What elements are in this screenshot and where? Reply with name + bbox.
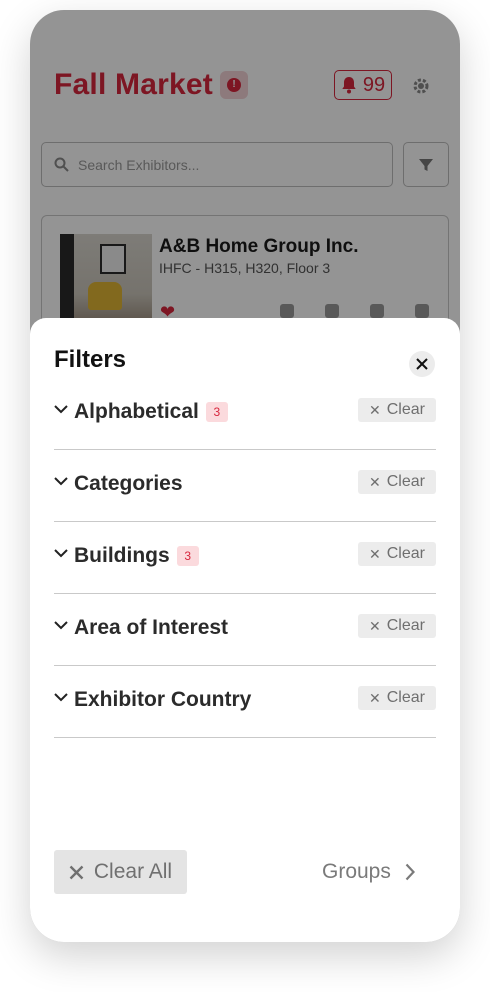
- clear-all-label: Clear All: [93, 860, 173, 883]
- chevron-right-icon: [405, 863, 415, 881]
- phone-frame: Fall Market ! 99 Search Exhibitors... A&…: [30, 10, 460, 942]
- groups-button[interactable]: Groups: [322, 850, 415, 894]
- groups-label: Groups: [322, 860, 391, 883]
- filter-alphabetical[interactable]: Alphabetical 3 ✕ Clear: [54, 378, 436, 450]
- clear-exhibitor-country-button[interactable]: ✕ Clear: [358, 686, 436, 710]
- chevron-down-icon[interactable]: [54, 402, 68, 416]
- close-icon: [416, 358, 428, 370]
- sheet-title: Filters: [54, 346, 127, 373]
- clear-buildings-button[interactable]: ✕ Clear: [358, 542, 436, 566]
- close-button[interactable]: [409, 351, 435, 377]
- clear-alphabetical-button[interactable]: ✕ Clear: [358, 398, 436, 422]
- clear-area-of-interest-button[interactable]: ✕ Clear: [358, 614, 436, 638]
- count-badge: 3: [205, 402, 228, 422]
- filter-label: Exhibitor Country: [74, 688, 252, 711]
- close-icon: ✕: [369, 689, 381, 706]
- chevron-down-icon[interactable]: [54, 546, 68, 560]
- clear-label: Clear: [386, 617, 425, 634]
- close-icon: ✕: [369, 401, 381, 418]
- close-icon: [69, 865, 84, 879]
- chevron-down-icon[interactable]: [54, 618, 68, 632]
- close-icon: ✕: [369, 617, 381, 634]
- clear-label: Clear: [386, 545, 425, 562]
- close-icon: ✕: [369, 545, 381, 562]
- filter-list: Alphabetical 3 ✕ Clear Categories ✕ Clear: [54, 378, 436, 738]
- clear-categories-button[interactable]: ✕ Clear: [358, 470, 436, 494]
- chevron-down-icon[interactable]: [54, 474, 68, 488]
- chevron-down-icon[interactable]: [54, 690, 68, 704]
- filter-exhibitor-country[interactable]: Exhibitor Country ✕ Clear: [54, 666, 436, 738]
- close-icon: ✕: [369, 473, 381, 490]
- filter-buildings[interactable]: Buildings 3 ✕ Clear: [54, 522, 436, 594]
- filter-label: Buildings: [74, 544, 170, 567]
- clear-label: Clear: [386, 473, 425, 490]
- filter-label: Area of Interest: [74, 616, 229, 639]
- filter-area-of-interest[interactable]: Area of Interest ✕ Clear: [54, 594, 436, 666]
- count-badge: 3: [176, 546, 199, 566]
- filter-label: Categories: [74, 472, 183, 495]
- clear-label: Clear: [386, 401, 425, 418]
- clear-all-button[interactable]: Clear All: [54, 850, 187, 894]
- filter-categories[interactable]: Categories ✕ Clear: [54, 450, 436, 522]
- filter-label: Alphabetical: [74, 400, 199, 423]
- clear-label: Clear: [386, 689, 425, 706]
- filters-sheet: Filters Alphabetical 3 ✕ Clear Categorie…: [30, 318, 460, 942]
